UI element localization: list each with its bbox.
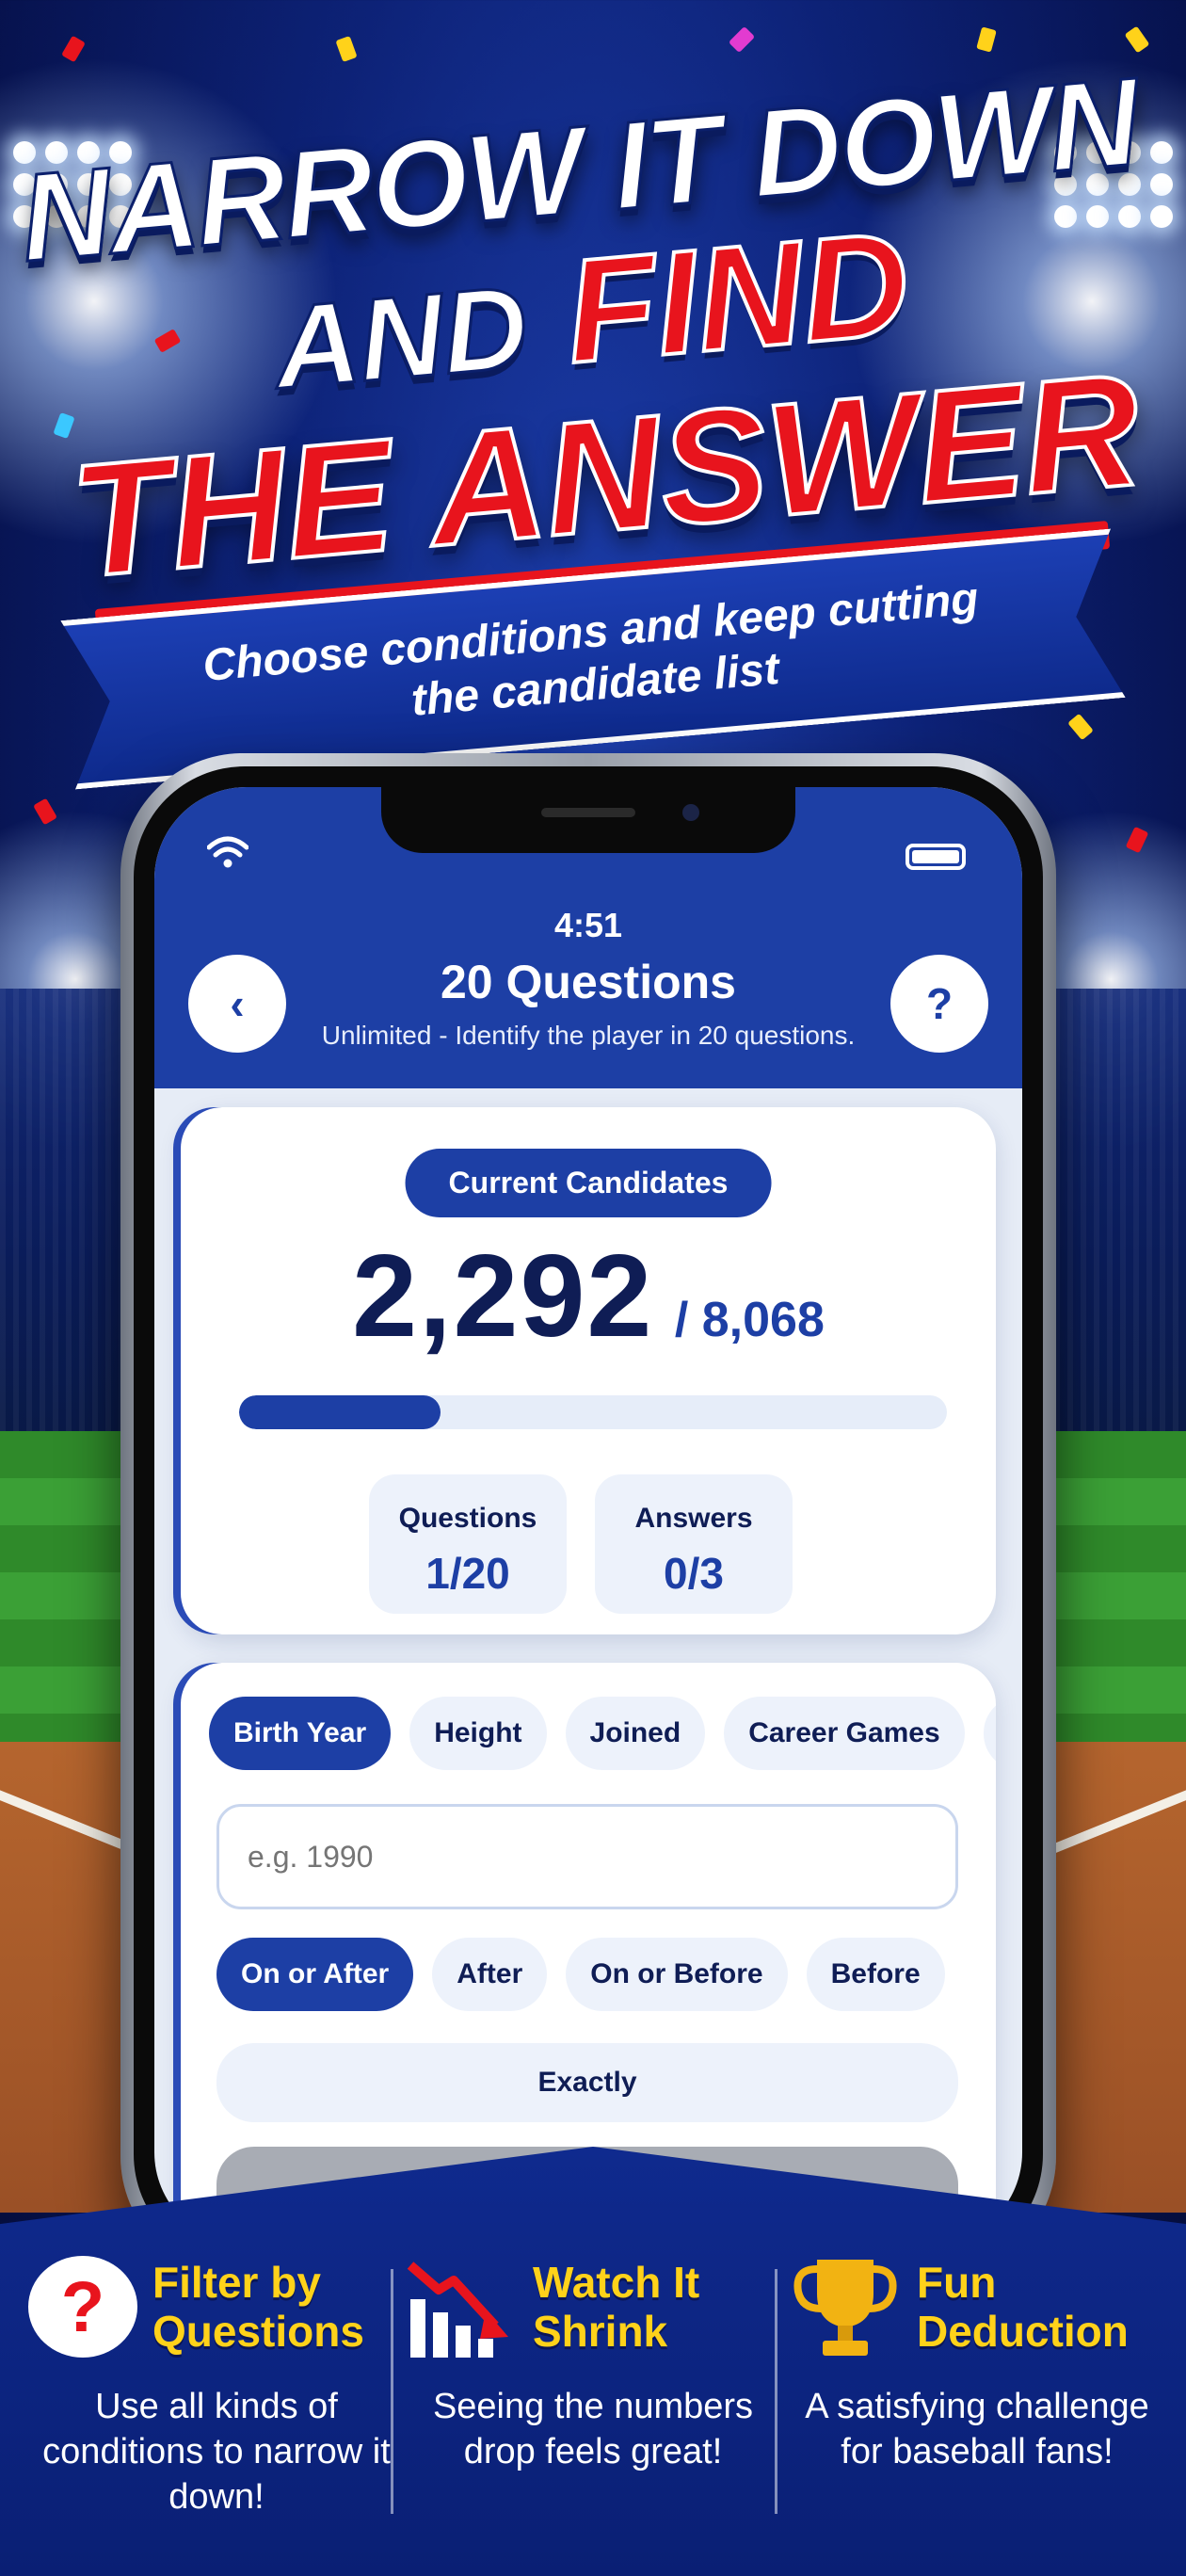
answers-stat: Answers 0/3 bbox=[595, 1474, 793, 1614]
current-candidates-badge: Current Candidates bbox=[405, 1149, 772, 1217]
comparator-after[interactable]: After bbox=[432, 1938, 548, 2011]
declining-chart-icon bbox=[407, 2262, 508, 2358]
candidate-count: 2,292 / 8,068 bbox=[181, 1230, 996, 1363]
tab-joined[interactable]: Joined bbox=[565, 1697, 706, 1770]
filter-tabs: Birth Year Height Joined Career Games M bbox=[209, 1697, 996, 1770]
tab-truncated[interactable]: M bbox=[983, 1697, 996, 1770]
phone-frame: 4:51 ‹ 20 Questions Unlimited - Identify… bbox=[120, 753, 1056, 2278]
tab-birth-year[interactable]: Birth Year bbox=[209, 1697, 392, 1770]
promo-headline: NARROW IT DOWN AND FIND THE ANSWER bbox=[0, 51, 1186, 614]
tab-height[interactable]: Height bbox=[409, 1697, 547, 1770]
app-subtitle: Unlimited - Identify the player in 20 qu… bbox=[321, 1021, 856, 1050]
feature-shrink: Watch It Shrink Seeing the numbers drop … bbox=[405, 2250, 781, 2474]
candidate-count-total: / 8,068 bbox=[674, 1293, 825, 1347]
trophy-icon bbox=[793, 2260, 897, 2356]
tab-career-games[interactable]: Career Games bbox=[724, 1697, 965, 1770]
feature-shrink-desc: Seeing the numbers drop feels great! bbox=[432, 2387, 754, 2471]
help-button[interactable]: ? bbox=[890, 955, 988, 1053]
feature-divider bbox=[391, 2269, 393, 2514]
candidate-count-current: 2,292 bbox=[352, 1232, 654, 1361]
headline-and: AND bbox=[268, 261, 535, 415]
answers-label: Answers bbox=[634, 1503, 753, 1534]
question-mark-icon: ? bbox=[925, 979, 954, 1028]
feature-filter-desc: Use all kinds of conditions to narrow it… bbox=[42, 2387, 391, 2517]
feature-shrink-title: Watch It Shrink bbox=[533, 2258, 700, 2356]
comparator-exactly[interactable]: Exactly bbox=[216, 2043, 958, 2122]
questions-value: 1/20 bbox=[425, 1549, 510, 1598]
app-screen: 4:51 ‹ 20 Questions Unlimited - Identify… bbox=[154, 787, 1022, 2245]
birth-year-input[interactable] bbox=[216, 1804, 958, 1909]
comparator-before[interactable]: Before bbox=[806, 1938, 945, 2011]
questions-label: Questions bbox=[398, 1503, 537, 1534]
feature-deduction-desc: A satisfying challenge for baseball fans… bbox=[805, 2387, 1149, 2471]
phone-notch bbox=[381, 787, 795, 853]
wifi-icon bbox=[207, 836, 248, 868]
battery-icon bbox=[906, 844, 966, 870]
candidate-progress-bar bbox=[239, 1395, 947, 1429]
candidate-progress-fill bbox=[239, 1395, 441, 1429]
questions-stat: Questions 1/20 bbox=[369, 1474, 567, 1614]
comparator-on-or-before[interactable]: On or Before bbox=[566, 1938, 788, 2011]
answers-value: 0/3 bbox=[664, 1549, 724, 1598]
feature-deduction: Fun Deduction A satisfying challenge for… bbox=[789, 2250, 1165, 2474]
feature-deduction-title: Fun Deduction bbox=[917, 2258, 1129, 2356]
feature-filter-title: Filter by Questions bbox=[152, 2258, 364, 2356]
feature-divider bbox=[775, 2269, 777, 2514]
comparator-on-or-after[interactable]: On or After bbox=[216, 1938, 414, 2011]
comparator-options: On or After After On or Before Before bbox=[216, 1938, 945, 2011]
question-bubble-icon: ? bbox=[28, 2256, 137, 2358]
status-time: 4:51 bbox=[553, 906, 623, 944]
candidates-card: Current Candidates 2,292 / 8,068 Questio… bbox=[181, 1107, 996, 1634]
feature-filter: ? Filter by Questions Use all kinds of c… bbox=[28, 2250, 405, 2520]
